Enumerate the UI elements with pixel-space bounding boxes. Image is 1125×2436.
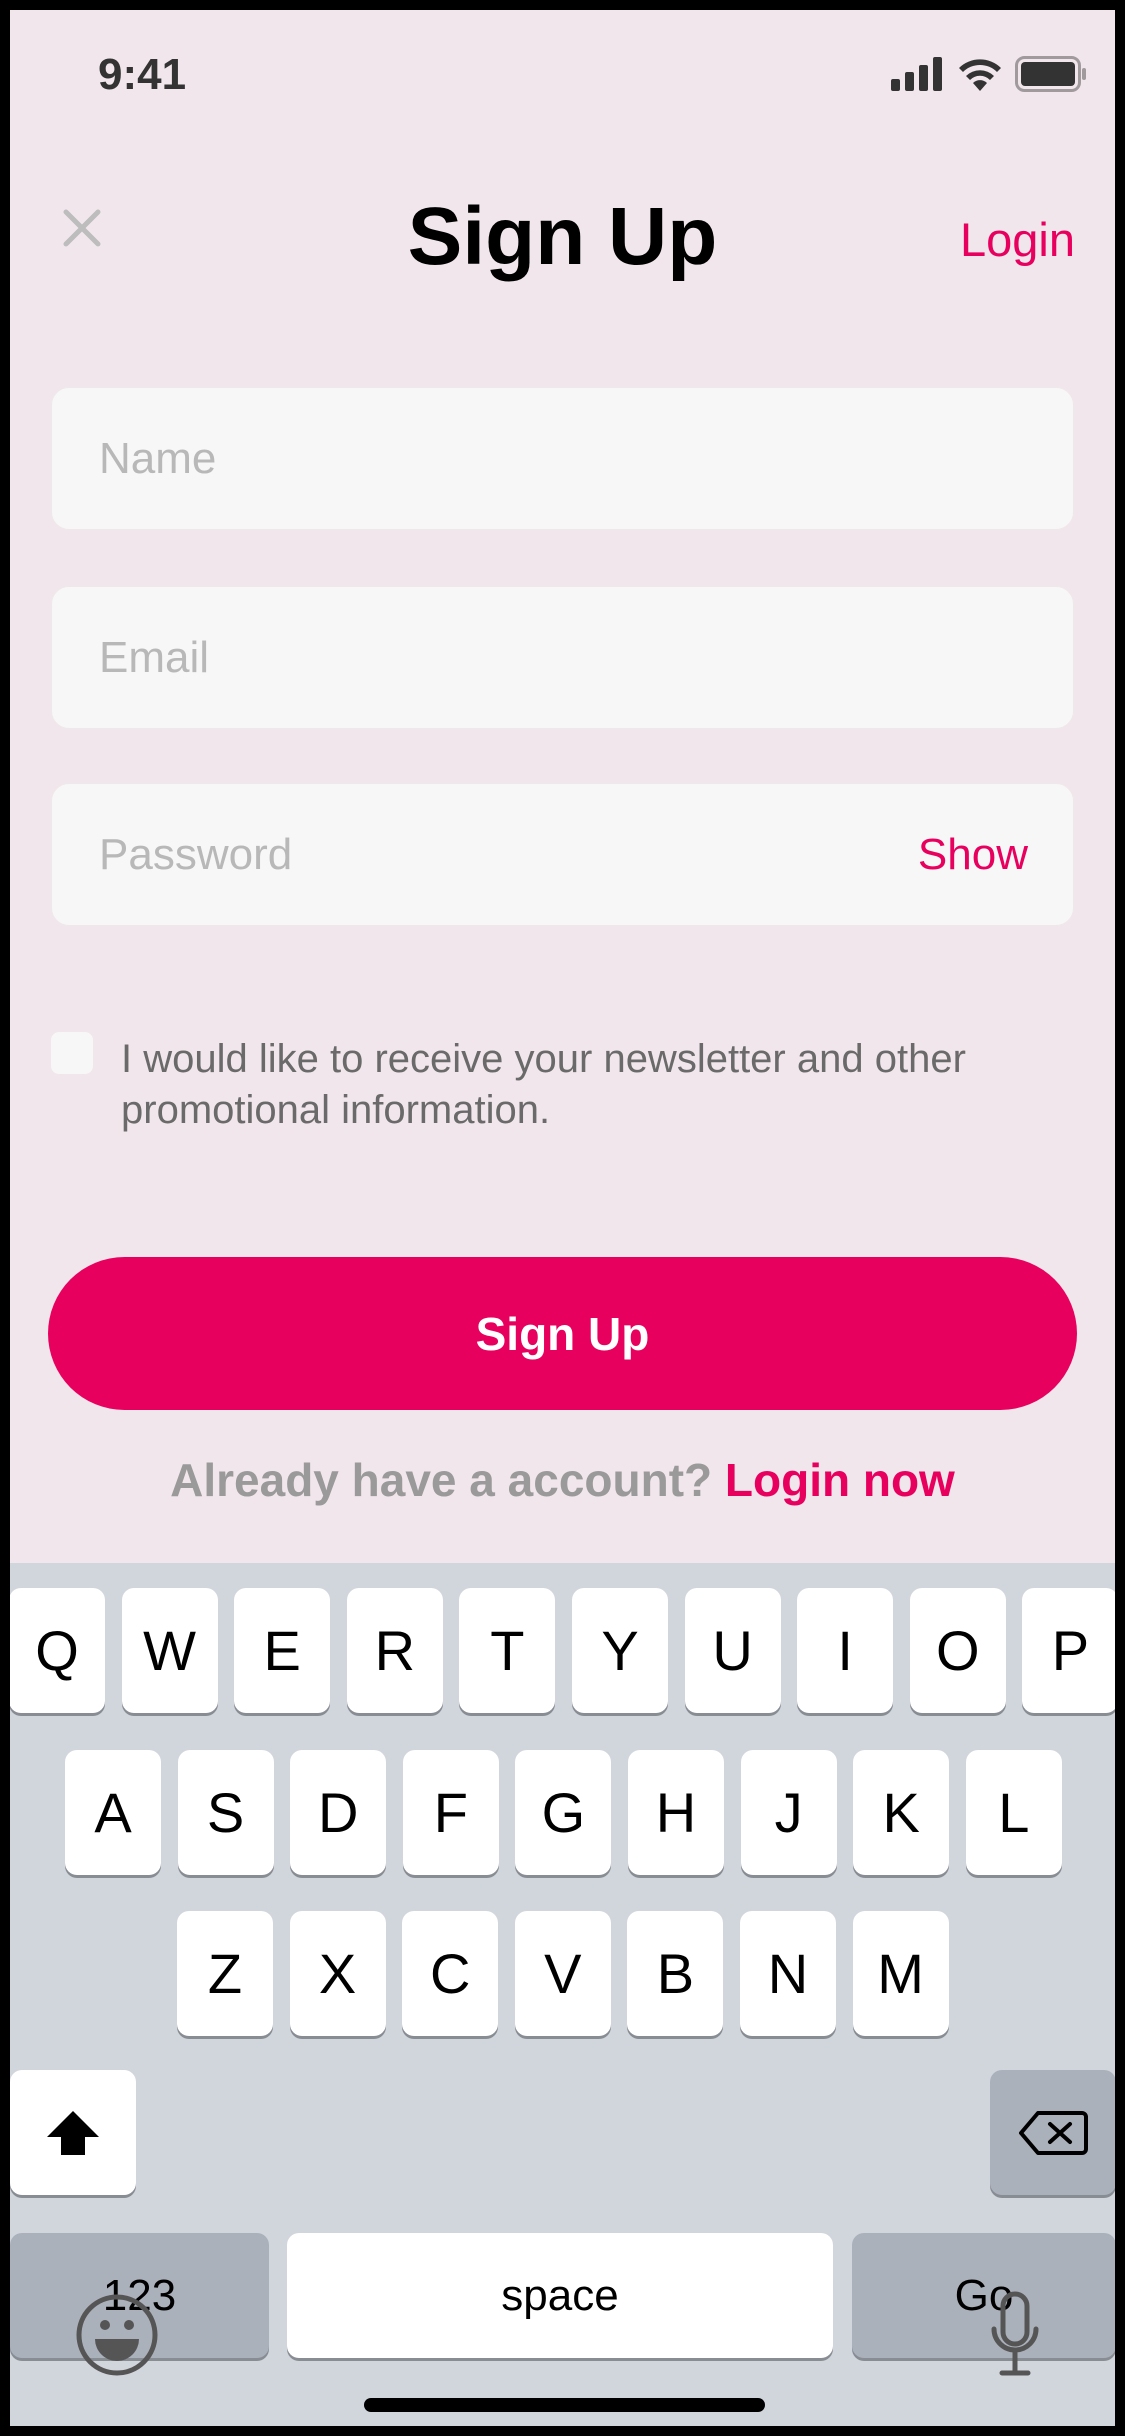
key-label: N (767, 1942, 809, 2005)
shift-key[interactable] (10, 2070, 136, 2195)
key-label: S (206, 1781, 245, 1844)
key-s[interactable]: S (177, 1750, 274, 1875)
key-label: V (544, 1942, 582, 2005)
key-f[interactable]: F (402, 1750, 499, 1875)
go-key[interactable]: Go (852, 2233, 1115, 2358)
key-label: C (429, 1942, 471, 2005)
key-label: W (143, 1619, 197, 1682)
key-t[interactable]: T (459, 1588, 556, 1713)
name-placeholder: Name (99, 434, 217, 483)
key-e[interactable]: E (234, 1588, 331, 1713)
key-label: A (94, 1781, 132, 1844)
login-now-link[interactable]: Login now (725, 1454, 955, 1506)
key-label: U (712, 1619, 753, 1682)
screen: 9:41 Sign Up Login Name Email Password S… (10, 10, 1115, 2426)
key-u[interactable]: U (684, 1588, 781, 1713)
name-input[interactable]: Name (51, 387, 1074, 530)
newsletter-checkbox[interactable] (51, 1032, 93, 1074)
key-d[interactable]: D (290, 1750, 387, 1875)
key-l[interactable]: L (965, 1750, 1062, 1875)
key-label: T (490, 1619, 525, 1682)
key-h[interactable]: H (628, 1750, 724, 1875)
key-q[interactable]: Q (10, 1588, 105, 1713)
login-prompt-text: Already have a account? (170, 1454, 713, 1506)
home-indicator (364, 2398, 765, 2412)
email-placeholder: Email (99, 633, 210, 682)
key-w[interactable]: W (121, 1588, 218, 1713)
key-label: R (374, 1619, 416, 1682)
key-label: P (1051, 1619, 1090, 1682)
key-label: Y (601, 1619, 639, 1682)
shift-icon (47, 2110, 99, 2155)
key-m[interactable]: M (852, 1911, 949, 2036)
newsletter-label: I would like to receive your newsletter … (121, 1037, 966, 1132)
space-key[interactable]: space (287, 2233, 833, 2358)
sign-up-button[interactable]: Sign Up (48, 1257, 1077, 1410)
key-label: M (877, 1942, 924, 2005)
key-c[interactable]: C (402, 1911, 499, 2036)
key-label: Z (207, 1942, 243, 2005)
key-label: K (882, 1781, 920, 1844)
key-a[interactable]: A (65, 1750, 161, 1875)
key-label: J (774, 1781, 803, 1844)
battery-icon (1015, 56, 1086, 92)
cellular-signal-icon (891, 57, 942, 91)
emoji-icon[interactable] (75, 2293, 159, 2377)
key-g[interactable]: G (515, 1750, 612, 1875)
password-placeholder: Password (99, 830, 293, 879)
email-input[interactable]: Email (51, 586, 1074, 729)
key-x[interactable]: X (289, 1911, 386, 2036)
sign-up-button-label: Sign Up (475, 1307, 650, 1360)
show-password-button[interactable]: Show (918, 830, 1028, 880)
key-i[interactable]: I (797, 1588, 894, 1713)
login-link[interactable]: Login (960, 212, 1075, 267)
key-label: E (263, 1619, 301, 1682)
key-o[interactable]: O (909, 1588, 1006, 1713)
key-label: G (541, 1781, 586, 1844)
key-label: B (656, 1942, 695, 2005)
status-time: 9:41 (98, 50, 187, 99)
key-n[interactable]: N (740, 1911, 836, 2036)
key-b[interactable]: B (627, 1911, 724, 2036)
key-label: H (655, 1781, 697, 1844)
password-input[interactable]: Password Show (51, 783, 1074, 926)
key-label: L (998, 1781, 1030, 1844)
microphone-icon[interactable] (990, 2291, 1040, 2377)
space-key-label: space (501, 2270, 619, 2320)
wifi-icon (959, 59, 1001, 91)
key-label: I (837, 1619, 853, 1682)
key-label: X (318, 1942, 357, 2005)
backspace-key[interactable] (990, 2070, 1115, 2195)
key-v[interactable]: V (514, 1911, 611, 2036)
key-p[interactable]: P (1022, 1588, 1115, 1713)
key-label: O (936, 1619, 980, 1682)
login-prompt: Already have a account? Login now (10, 1453, 1115, 1507)
key-label: D (317, 1781, 359, 1844)
key-z[interactable]: Z (177, 1911, 273, 2036)
key-y[interactable]: Y (572, 1588, 668, 1713)
key-label: Q (35, 1619, 79, 1682)
backspace-icon (1019, 2110, 1088, 2155)
keyboard: 123 space Go QWERTYUIOPASDFGHJKLZXCVBNM (10, 1563, 1115, 2426)
status-icons (891, 56, 1087, 92)
key-j[interactable]: J (740, 1750, 837, 1875)
key-r[interactable]: R (346, 1588, 443, 1713)
page-title: Sign Up (407, 191, 718, 282)
key-label: F (433, 1781, 468, 1844)
key-k[interactable]: K (853, 1750, 950, 1875)
